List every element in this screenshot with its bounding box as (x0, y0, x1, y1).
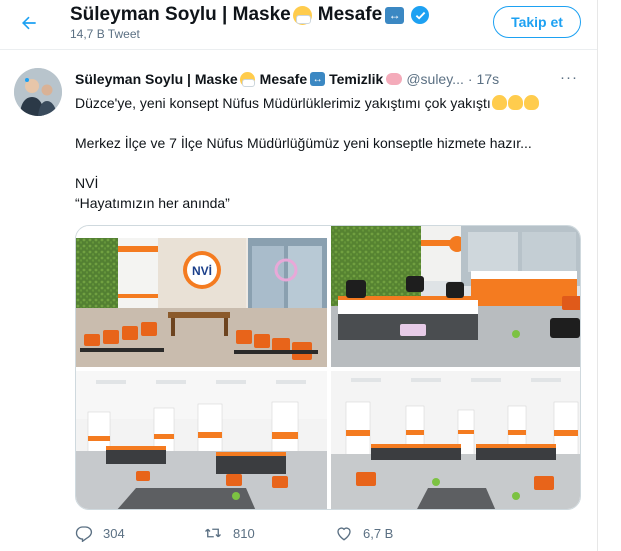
profile-header: Süleyman Soylu | Maske Mesafe ↔ 14,7 B T… (0, 0, 597, 50)
reply-icon (75, 526, 93, 542)
tweet-line-3: NVİ (75, 175, 99, 191)
scroll-divider (597, 0, 598, 551)
media-photo-1[interactable]: NVİ (76, 226, 327, 367)
like-button[interactable]: 6,7 B (335, 521, 393, 545)
retweet-icon (205, 528, 221, 538)
media-photo-4[interactable] (331, 371, 581, 510)
header-title-name: Süleyman Soylu | Maske (70, 4, 291, 25)
media-photo-3[interactable] (76, 371, 327, 510)
tweet-text: Düzce'ye, yeni konsept Nüfus Müdürlükler… (75, 93, 585, 213)
author-name[interactable]: Süleyman Soylu | Maske Mesafe ↔ Temizlik (75, 71, 403, 87)
more-icon[interactable]: ··· (560, 69, 578, 86)
mask-emoji-icon (239, 71, 255, 87)
tweet-count: 14,7 B Tweet (70, 27, 140, 41)
author-name-part3: Temizlik (329, 71, 384, 87)
author-handle[interactable]: @suley... (406, 71, 464, 87)
separator-dot: · (467, 71, 473, 87)
reply-count: 304 (103, 525, 125, 541)
back-arrow-icon (22, 16, 36, 30)
nvi-sign-text: NVİ (192, 263, 212, 278)
author-name-part1: Süleyman Soylu | Maske (75, 71, 238, 87)
tweet-header: Süleyman Soylu | Maske Mesafe ↔ Temizlik… (75, 69, 590, 89)
clap-emoji-icon (523, 95, 539, 110)
clap-emoji-icon (491, 95, 507, 110)
verified-badge-icon (411, 6, 430, 24)
author-name-part2: Mesafe (259, 71, 308, 87)
tweet-media-grid: NVİ (75, 225, 581, 510)
media-photo-2[interactable] (331, 226, 581, 367)
tweet-actions: 304 810 6,7 B (75, 521, 575, 545)
tweet-line-4: “Hayatımızın her anında” (75, 195, 230, 211)
left-right-arrow-emoji-icon: ↔ (310, 72, 326, 86)
tweet-line-2: Merkez İlçe ve 7 İlçe Nüfus Müdürlüğümüz… (75, 135, 532, 151)
like-count: 6,7 B (363, 525, 394, 541)
back-button[interactable] (14, 8, 44, 38)
follow-button[interactable]: Takip et (493, 6, 581, 38)
reply-button[interactable]: 304 (75, 521, 125, 545)
like-icon (337, 527, 351, 541)
retweet-count: 810 (233, 525, 255, 541)
soap-emoji-icon (386, 73, 403, 85)
tweet-time[interactable]: 17s (477, 71, 500, 87)
tweet-line-1: Düzce'ye, yeni konsept Nüfus Müdürlükler… (75, 95, 491, 111)
tweet: Süleyman Soylu | Maske Mesafe ↔ Temizlik… (0, 51, 597, 551)
avatar[interactable] (14, 68, 62, 116)
tweet-line: Düzce'ye, yeni konsept Nüfus Müdürlükler… (75, 93, 585, 113)
header-title-word2: Mesafe (317, 4, 383, 25)
left-right-arrow-emoji-icon: ↔ (385, 6, 405, 24)
mask-emoji-icon (292, 5, 312, 25)
clap-emoji-icon (507, 95, 523, 110)
retweet-button[interactable]: 810 (203, 521, 255, 545)
header-title: Süleyman Soylu | Maske Mesafe ↔ (70, 4, 430, 26)
